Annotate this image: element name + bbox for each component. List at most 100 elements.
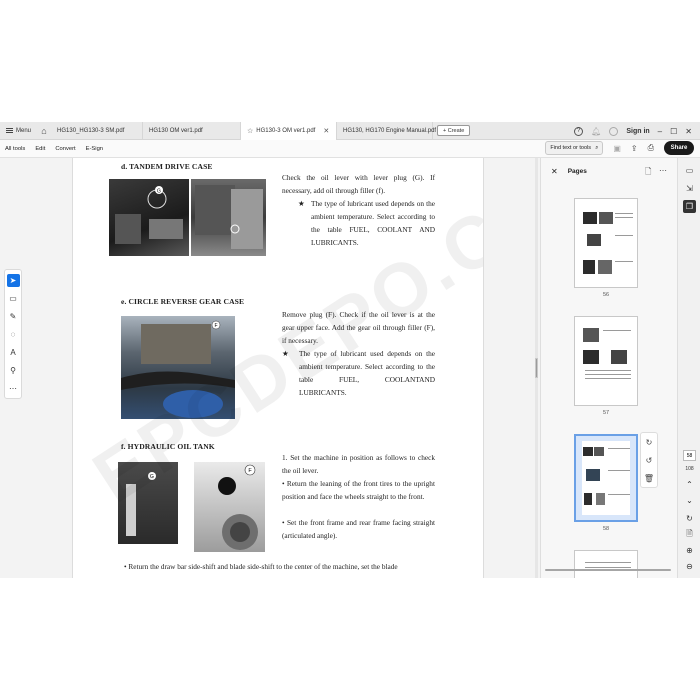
tandem-photo-1: G (109, 179, 189, 256)
rotate-counterclockwise-icon[interactable]: ↺ (646, 456, 653, 465)
right-rail: ▭ ⇲ ❐ 58 108 ⌃ ⌄ ↻ 🗎︎ ⊕ ⊖ (677, 158, 700, 578)
export-icon[interactable]: ⇲ (683, 182, 696, 195)
hydraulic-photo-2: F (194, 462, 265, 552)
chevron-down-icon[interactable]: ⌄ (683, 494, 696, 507)
total-pages: 108 (685, 466, 694, 472)
page-number: 56 (602, 292, 610, 298)
bullet-text: • Return the draw bar side-shift and bla… (124, 562, 398, 571)
help-icon[interactable]: ? (574, 126, 584, 136)
sign-in-button[interactable]: Sign in (626, 128, 649, 135)
stamp-icon[interactable]: ⚲ (7, 364, 20, 377)
insert-page-icon[interactable]: 🗋︎ (645, 166, 651, 180)
window-controls: ? 🔔︎ Sign in – ☐ ✕ (574, 122, 700, 140)
step-text: 1. Set the machine in position as follow… (282, 453, 435, 475)
share-button[interactable]: Share (664, 141, 694, 155)
tab-bar: Menu ⌂ HG130_HG130-3 SM.pdf HG130 OM ver… (0, 122, 700, 140)
esign-menu[interactable]: E-Sign (81, 146, 108, 152)
tab-document[interactable]: HG130 OM ver1.pdf (143, 122, 242, 140)
acrobat-window: Menu ⌂ HG130_HG130-3 SM.pdf HG130 OM ver… (0, 122, 700, 578)
star-bullet-icon: ★ (282, 349, 289, 358)
scroll-thumb[interactable] (535, 358, 538, 378)
bullet-text: • Set the front frame and rear frame fac… (282, 518, 435, 540)
section-body: Remove plug (F). Check if the oil lever … (282, 310, 435, 345)
zoom-in-icon[interactable]: ⊕ (683, 544, 696, 557)
section-note: The type of lubricant used depends on th… (299, 349, 435, 397)
comment-icon[interactable]: ▭ (7, 292, 20, 305)
page-thumbnail-selected[interactable] (574, 434, 638, 522)
more-options-icon[interactable]: ⋯ (659, 166, 667, 175)
tab-label: HG130_HG130-3 SM.pdf (57, 127, 125, 134)
section-heading: e. CIRCLE REVERSE GEAR CASE (121, 297, 245, 306)
select-icon[interactable]: ➤ (6, 274, 20, 287)
tab-document-active[interactable]: ☆ HG130-3 OM ver1.pdf ✕ (241, 122, 338, 140)
maximize-icon[interactable]: ☐ (670, 127, 677, 136)
section-heading: f. HYDRAULIC OIL TANK (121, 442, 215, 451)
tab-document[interactable]: HG130, HG170 Engine Manual.pdf (337, 122, 437, 140)
print-icon[interactable]: ⎙ (648, 143, 654, 153)
section-heading: d. TANDEM DRIVE CASE (121, 162, 213, 171)
chevron-up-icon[interactable]: ⌃ (683, 478, 696, 491)
create-button[interactable]: + Create (437, 125, 471, 136)
document-icon[interactable]: 🗎︎ (683, 528, 696, 541)
pages-panel-header: ✕ Pages 🗋︎ ⋯ (541, 158, 677, 184)
document-scrollbar[interactable] (535, 158, 538, 578)
close-panel-icon[interactable]: ✕ (551, 167, 558, 176)
page-thumbnail[interactable] (574, 198, 638, 288)
tab-document[interactable]: HG130_HG130-3 SM.pdf (51, 122, 144, 140)
tab-label: HG130-3 OM ver1.pdf (256, 127, 316, 134)
find-input[interactable]: Find text or tools ⌕ (545, 141, 604, 155)
page-thumbnail[interactable] (574, 316, 638, 406)
page-thumbnail[interactable] (574, 550, 638, 578)
notification-icon[interactable]: 🔔︎ (591, 127, 601, 136)
left-tool-palette: ➤ ▭ ✎ ◌ A ⚲ ⋯ (4, 269, 22, 399)
main-toolbar: All tools Edit Convert E-Sign Find text … (0, 140, 700, 158)
save-icon[interactable]: ▣ (613, 144, 621, 153)
tab-label: HG130 OM ver1.pdf (149, 127, 203, 134)
hamburger-icon (6, 128, 13, 133)
tab-label: HG130, HG170 Engine Manual.pdf (343, 127, 437, 134)
menu-label: Menu (16, 127, 32, 134)
close-tab-icon[interactable]: ✕ (323, 127, 329, 135)
pages-panel: ✕ Pages 🗋︎ ⋯ 56 57 58 (540, 158, 677, 578)
page-number: 57 (602, 410, 610, 416)
photo-label-g: G (157, 189, 161, 195)
all-tools-menu[interactable]: All tools (0, 146, 30, 152)
circle-gear-photo: F (121, 316, 235, 419)
apps-icon[interactable] (609, 126, 619, 136)
hydraulic-photo-1: G (118, 462, 178, 544)
pages-panel-title: Pages (567, 167, 587, 175)
panel-horizontal-scrollbar[interactable] (541, 568, 677, 572)
document-page: d. TANDEM DRIVE CASE G Check the oil lev… (72, 158, 484, 578)
convert-menu[interactable]: Convert (50, 146, 80, 152)
home-icon[interactable]: ⌂ (37, 122, 51, 140)
photo-label-f: F (214, 323, 217, 329)
section-note: The type of lubricant used depends on th… (311, 199, 435, 247)
upload-icon[interactable]: ⇪ (631, 144, 638, 153)
find-placeholder: Find text or tools (550, 145, 591, 151)
page-number: 58 (602, 526, 610, 532)
tandem-photo-2 (191, 179, 266, 256)
menu-button[interactable]: Menu (0, 122, 37, 140)
zoom-out-icon[interactable]: ⊖ (683, 560, 696, 573)
close-window-icon[interactable]: ✕ (685, 127, 692, 136)
star-icon[interactable]: ☆ (247, 127, 253, 135)
section-body: Check the oil lever with lever plug (G).… (282, 173, 435, 195)
current-page-input[interactable]: 58 (683, 450, 696, 461)
edit-menu[interactable]: Edit (30, 146, 50, 152)
pages-panel-icon[interactable]: ❐ (683, 200, 696, 213)
photo-label-g: G (150, 474, 154, 480)
pen-icon[interactable]: ✎ (7, 310, 20, 323)
star-bullet-icon: ★ (298, 199, 305, 208)
scroll-thumb[interactable] (545, 569, 671, 571)
text-icon[interactable]: A (7, 346, 20, 359)
search-icon: ⌕ (595, 144, 599, 151)
rotate-clockwise-icon[interactable]: ↻ (646, 438, 653, 447)
delete-icon[interactable]: 🗑︎ (644, 474, 654, 483)
lasso-icon[interactable]: ◌ (7, 328, 20, 341)
comment-panel-icon[interactable]: ▭ (683, 164, 696, 177)
refresh-icon[interactable]: ↻ (683, 512, 696, 525)
more-icon[interactable]: ⋯ (7, 382, 20, 395)
minimize-icon[interactable]: – (658, 127, 662, 136)
bullet-text: • Return the leaning of the front tires … (282, 479, 435, 501)
thumbnail-actions: ↻ ↺ 🗑︎ (640, 432, 658, 488)
